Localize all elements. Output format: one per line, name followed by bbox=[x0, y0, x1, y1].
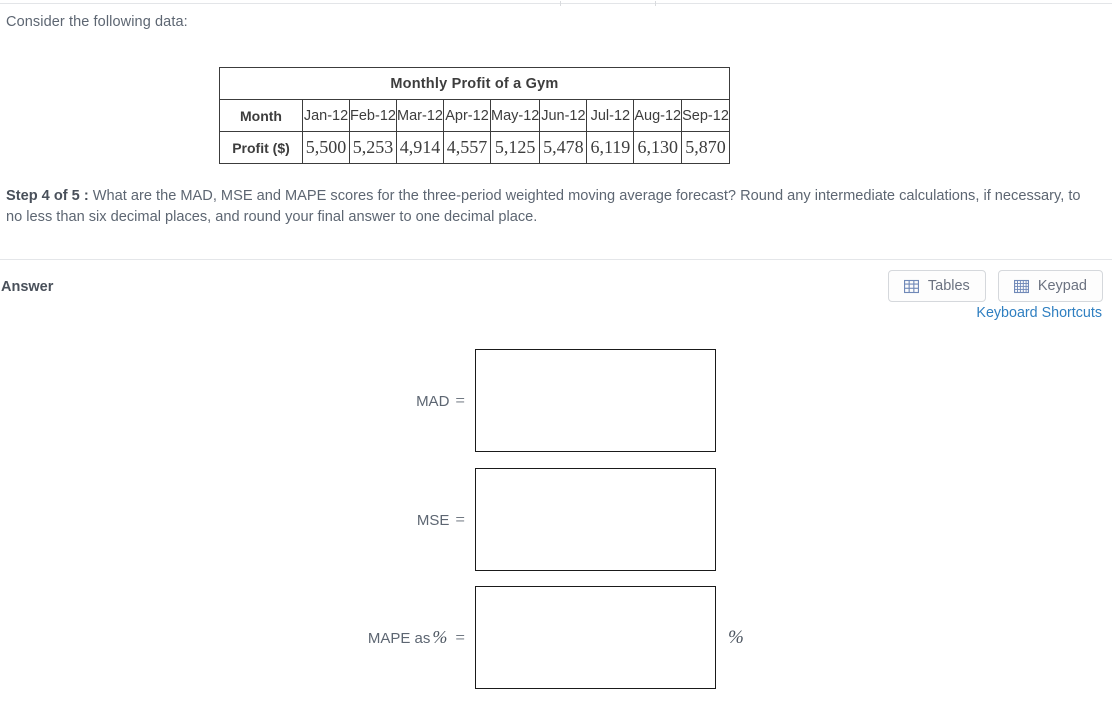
top-divider-notch bbox=[655, 1, 656, 6]
tables-button-label: Tables bbox=[927, 278, 970, 294]
answer-section-divider bbox=[0, 259, 1112, 260]
profit-cell: 4,914 bbox=[396, 131, 444, 164]
month-cell: May-12 bbox=[489, 99, 541, 132]
month-cell: Jan-12 bbox=[302, 99, 350, 132]
month-cell: Sep-12 bbox=[681, 99, 730, 132]
mape-field-row: MAPE as% = % bbox=[240, 586, 744, 689]
mape-label: MAPE as% = bbox=[240, 627, 475, 648]
table-row: Month Jan-12 Feb-12 Mar-12 Apr-12 May-12… bbox=[219, 99, 730, 132]
monthly-profit-table: Monthly Profit of a Gym Month Jan-12 Feb… bbox=[219, 67, 730, 164]
question-text: What are the MAD, MSE and MAPE scores fo… bbox=[6, 188, 1081, 225]
mad-field-row: MAD = bbox=[300, 349, 716, 452]
table-title: Monthly Profit of a Gym bbox=[219, 67, 730, 100]
month-cell: Jul-12 bbox=[586, 99, 635, 132]
mse-label: MSE = bbox=[300, 510, 475, 530]
top-divider bbox=[0, 1, 1112, 6]
profit-cell: 5,125 bbox=[489, 131, 541, 164]
profit-cell: 5,500 bbox=[302, 131, 350, 164]
table-title-row: Monthly Profit of a Gym bbox=[219, 67, 730, 100]
mape-percent-symbol: % bbox=[432, 627, 448, 647]
mape-equals: = bbox=[455, 628, 465, 647]
table-grid-icon bbox=[903, 279, 919, 294]
profit-cell: 5,870 bbox=[681, 131, 730, 164]
mse-input[interactable] bbox=[475, 468, 716, 571]
profit-cell: 4,557 bbox=[443, 131, 491, 164]
intro-text: Consider the following data: bbox=[6, 14, 188, 30]
table-row: Profit ($) 5,500 5,253 4,914 4,557 5,125… bbox=[219, 131, 730, 164]
mse-label-text: MSE bbox=[416, 511, 450, 529]
question-block: Step 4 of 5 : What are the MAD, MSE and … bbox=[6, 186, 1091, 227]
mape-input[interactable] bbox=[475, 586, 716, 689]
mad-label: MAD = bbox=[300, 391, 475, 411]
top-divider-notch bbox=[560, 1, 561, 6]
profit-cell: 5,253 bbox=[349, 131, 397, 164]
keypad-button-label: Keypad bbox=[1037, 278, 1087, 294]
mape-label-text: MAPE as bbox=[367, 630, 431, 647]
data-table-container: Monthly Profit of a Gym Month Jan-12 Feb… bbox=[219, 67, 730, 164]
mse-equals: = bbox=[455, 509, 465, 529]
month-cell: Aug-12 bbox=[633, 99, 683, 132]
keypad-grid-icon bbox=[1013, 279, 1029, 294]
profit-cell: 6,119 bbox=[586, 131, 635, 164]
mad-label-text: MAD bbox=[416, 392, 450, 410]
mape-percent-suffix: % bbox=[728, 626, 744, 648]
tables-button[interactable]: Tables bbox=[887, 270, 986, 302]
keyboard-shortcuts-link[interactable]: Keyboard Shortcuts bbox=[976, 305, 1102, 321]
month-cell: Mar-12 bbox=[396, 99, 444, 132]
profit-cell: 5,478 bbox=[539, 131, 588, 164]
step-indicator: Step 4 of 5 : bbox=[6, 188, 89, 204]
keypad-button[interactable]: Keypad bbox=[997, 270, 1103, 302]
row-header-month: Month bbox=[219, 99, 303, 132]
profit-cell: 6,130 bbox=[633, 131, 683, 164]
month-cell: Apr-12 bbox=[443, 99, 491, 132]
mad-input[interactable] bbox=[475, 349, 716, 452]
mse-field-row: MSE = bbox=[300, 468, 716, 571]
answer-tools: Tables Keypad bbox=[887, 270, 1103, 302]
row-header-profit: Profit ($) bbox=[219, 131, 303, 164]
answer-heading: Answer bbox=[1, 279, 54, 295]
month-cell: Jun-12 bbox=[539, 99, 588, 132]
mad-equals: = bbox=[455, 390, 465, 410]
month-cell: Feb-12 bbox=[349, 99, 397, 132]
